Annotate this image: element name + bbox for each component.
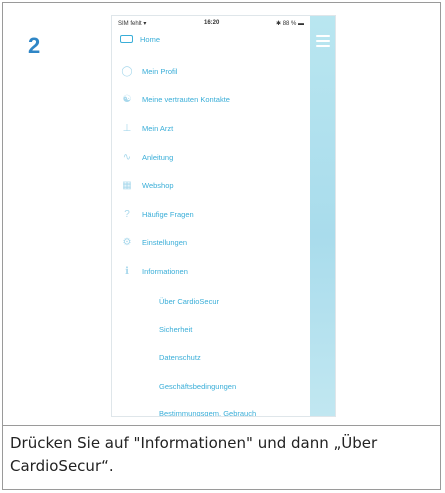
status-bar: SIM fehlt ▾ 16:20 ✱ 88 % ▬	[112, 16, 312, 30]
submenu-item-terms[interactable]: Geschäftsbedingungen	[159, 382, 236, 391]
submenu-item-intended-use[interactable]: Bestimmungsgem. Gebrauch	[159, 409, 256, 416]
menu-item-profile[interactable]: ◯ Mein Profil	[120, 63, 177, 79]
home-icon	[120, 35, 133, 43]
contacts-icon: ☯	[122, 93, 132, 105]
menu-item-settings[interactable]: ⚙ Einstellungen	[120, 234, 188, 250]
menu-item-label: Meine vertrauten Kontakte	[142, 94, 230, 104]
menu-item-contacts[interactable]: ☯ Meine vertrauten Kontakte	[120, 91, 230, 107]
menu-item-faq[interactable]: ? Häufige Fragen	[120, 206, 194, 222]
menu-item-doctor[interactable]: ⊥ Mein Arzt	[120, 120, 174, 136]
submenu-item-privacy[interactable]: Datenschutz	[159, 353, 201, 362]
cart-icon: ▦	[122, 179, 132, 191]
phone-screenshot: SIM fehlt ▾ 16:20 ✱ 88 % ▬ Home ◯ Mein P…	[111, 15, 336, 417]
guide-icon: ∿	[122, 151, 132, 163]
submenu-item-security[interactable]: Sicherheit	[159, 325, 192, 334]
question-icon: ?	[124, 208, 130, 220]
step-number: 2	[28, 33, 41, 58]
menu-item-information[interactable]: ℹ Informationen	[120, 263, 188, 279]
caption-divider	[2, 425, 441, 426]
menu-item-label: Mein Arzt	[142, 123, 174, 133]
menu-item-home-label: Home	[140, 34, 161, 44]
status-battery: ✱ 88 % ▬	[276, 21, 305, 27]
menu-item-guide[interactable]: ∿ Anleitung	[120, 149, 173, 165]
menu-item-label: Webshop	[142, 180, 174, 190]
instruction-caption: Drücken Sie auf "Informationen" und dann…	[10, 434, 378, 475]
person-icon: ◯	[121, 65, 133, 77]
menu-item-label: Anleitung	[142, 152, 174, 162]
menu-item-label: Mein Profil	[142, 66, 178, 76]
info-icon: ℹ	[125, 265, 129, 277]
submenu-item-about[interactable]: Über CardioSecur	[159, 297, 219, 306]
menu-item-label: Häufige Fragen	[142, 209, 194, 219]
menu-item-label: Informationen	[142, 266, 188, 276]
status-time: 16:20	[204, 20, 220, 26]
main-view-edge[interactable]	[310, 16, 335, 416]
gear-icon: ⚙	[122, 236, 132, 248]
menu-item-webshop[interactable]: ▦ Webshop	[120, 177, 174, 193]
doctor-icon: ⊥	[122, 122, 132, 134]
status-carrier: SIM fehlt ▾	[118, 21, 147, 27]
hamburger-icon[interactable]	[316, 35, 330, 50]
menu-item-home[interactable]: Home	[120, 31, 160, 47]
menu-item-label: Einstellungen	[142, 237, 188, 247]
